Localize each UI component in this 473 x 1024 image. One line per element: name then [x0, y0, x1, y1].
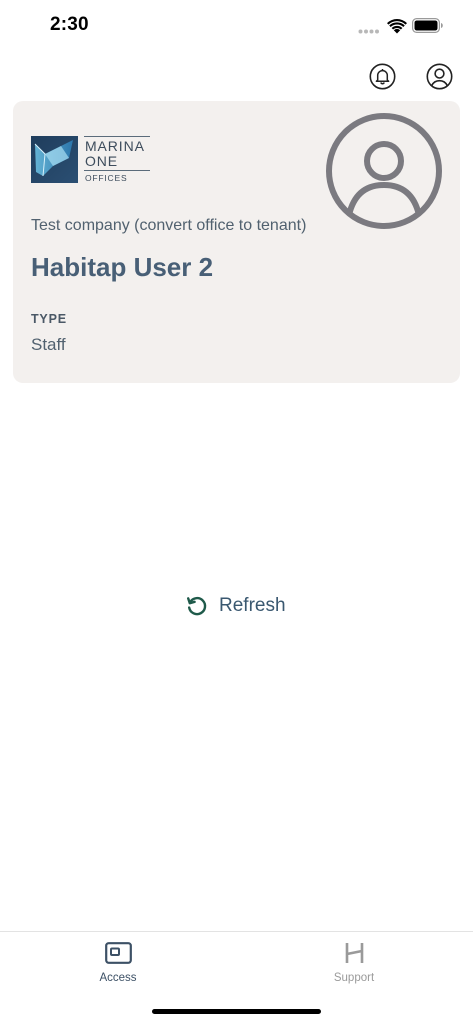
marina-one-offices-logo: MARINA ONE OFFICES — [31, 136, 156, 184]
status-bar: 2:30 — [0, 0, 473, 54]
marina-one-logo-mark-icon — [31, 136, 78, 183]
bell-icon[interactable] — [369, 63, 396, 90]
refresh-label: Refresh — [219, 595, 286, 616]
user-name: Habitap User 2 — [31, 252, 214, 282]
logo-wordmark: MARINA ONE OFFICES — [84, 136, 150, 184]
habitap-h-icon — [345, 943, 364, 963]
home-indicator — [152, 1009, 321, 1014]
user-type-label: TYPE — [31, 312, 67, 326]
refresh-button[interactable]: Refresh — [186, 592, 296, 620]
cellular-signal-icon — [358, 29, 379, 34]
company-name: Test company (convert office to tenant) — [31, 217, 307, 234]
logo-word-one: ONE — [85, 153, 119, 169]
screen: 2:30 MARINA ONE OFFICES Test company (co… — [0, 0, 473, 1024]
user-type-value: Staff — [31, 335, 66, 354]
tab-access[interactable]: Access — [58, 932, 178, 992]
user-avatar-icon — [326, 113, 442, 229]
logo-word-offices: OFFICES — [85, 173, 128, 183]
profile-card: MARINA ONE OFFICES Test company (convert… — [13, 101, 460, 383]
tab-access-label: Access — [99, 972, 137, 984]
access-card-icon — [105, 942, 132, 964]
tab-support[interactable]: Support — [294, 932, 414, 992]
logo-rule-top — [84, 136, 150, 137]
wifi-icon — [387, 19, 407, 34]
battery-icon — [412, 18, 443, 33]
tab-support-label: Support — [333, 972, 375, 984]
logo-word-marina: MARINA — [85, 138, 145, 154]
account-circle-icon[interactable] — [426, 63, 453, 90]
refresh-icon — [187, 596, 207, 616]
logo-rule-bottom — [84, 170, 150, 171]
status-time: 2:30 — [50, 14, 89, 35]
